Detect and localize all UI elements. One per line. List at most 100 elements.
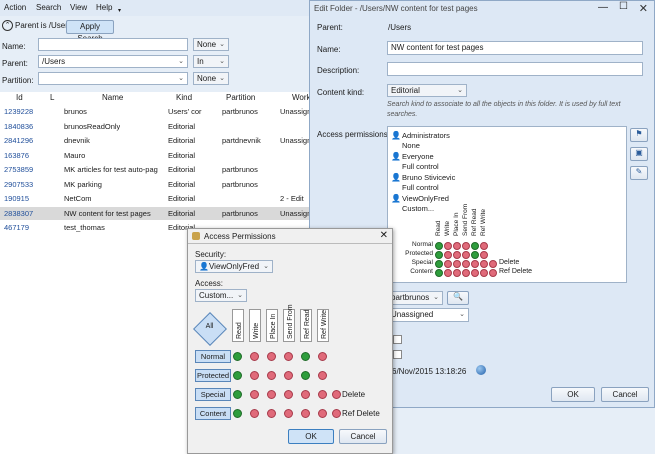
permission-principal[interactable]: Bruno Stivicevic bbox=[402, 173, 455, 182]
col-header-ref-write[interactable]: Ref Write bbox=[317, 309, 329, 342]
permission-toggle[interactable] bbox=[267, 352, 276, 361]
ef-workflow-select[interactable]: Unassigned ⌄ bbox=[387, 308, 469, 322]
col-header-id[interactable]: Id bbox=[16, 93, 23, 102]
menu-overflow-icon[interactable]: ▾ bbox=[118, 7, 121, 14]
close-icon[interactable]: ✕ bbox=[639, 2, 648, 15]
mini-permission-toggle[interactable] bbox=[462, 269, 470, 277]
partition-filter-select[interactable]: ⌄ bbox=[38, 72, 188, 85]
mini-permission-toggle[interactable] bbox=[435, 251, 443, 259]
name-filter-op[interactable]: None ⌄ bbox=[193, 38, 229, 51]
row-button-normal[interactable]: Normal bbox=[195, 350, 231, 363]
ef-checkbox-1[interactable] bbox=[393, 335, 402, 344]
permission-toggle[interactable] bbox=[301, 371, 310, 380]
mini-permission-toggle[interactable] bbox=[471, 251, 479, 259]
ef-description-input[interactable] bbox=[387, 62, 643, 76]
table-row[interactable]: 2838307 NW content for test pages Editoria… bbox=[0, 206, 320, 220]
permission-toggle[interactable] bbox=[233, 409, 242, 418]
mini-permission-toggle[interactable] bbox=[480, 269, 488, 277]
permission-toggle[interactable] bbox=[267, 371, 276, 380]
ef-ok-button[interactable]: OK bbox=[551, 387, 595, 402]
permission-toggle[interactable] bbox=[301, 352, 310, 361]
col-header-read[interactable]: Read bbox=[232, 309, 244, 342]
row-button-special[interactable]: Special bbox=[195, 388, 231, 401]
table-row[interactable]: 190915 NetCom Editorial 2 - Edit bbox=[0, 192, 320, 205]
permission-toggle[interactable] bbox=[250, 371, 259, 380]
mini-permission-toggle[interactable] bbox=[489, 260, 497, 268]
permission-toggle[interactable] bbox=[250, 352, 259, 361]
menu-view[interactable]: View bbox=[70, 3, 87, 12]
table-row[interactable]: 163876 Mauro Editorial bbox=[0, 149, 320, 162]
table-row[interactable]: 2841296 dnevnik Editorial partdnevnik Unassi… bbox=[0, 134, 320, 147]
col-header-partition[interactable]: Partition bbox=[226, 93, 255, 102]
col-header-send-from[interactable]: Send From bbox=[283, 304, 295, 342]
ap-access-select[interactable]: Custom... ⌄ bbox=[195, 289, 247, 302]
mini-permission-toggle[interactable] bbox=[462, 260, 470, 268]
mini-permission-toggle[interactable] bbox=[444, 242, 452, 250]
table-row[interactable]: 1239228 brunos Users' cor partbrunos Unassig… bbox=[0, 105, 320, 118]
mini-permission-toggle[interactable] bbox=[471, 260, 479, 268]
add-permission-icon[interactable]: ⚑ bbox=[630, 128, 648, 142]
permission-toggle[interactable] bbox=[301, 409, 310, 418]
mini-permission-toggle[interactable] bbox=[462, 242, 470, 250]
permission-toggle[interactable] bbox=[250, 409, 259, 418]
permission-toggle[interactable] bbox=[267, 390, 276, 399]
ap-ok-button[interactable]: OK bbox=[288, 429, 334, 444]
menu-search[interactable]: Search bbox=[36, 3, 61, 12]
permission-toggle[interactable] bbox=[233, 390, 242, 399]
mini-permission-toggle[interactable] bbox=[453, 269, 461, 277]
col-header-write[interactable]: Write bbox=[249, 309, 261, 342]
permission-principal[interactable]: Administrators bbox=[402, 131, 450, 140]
ef-checkbox-2[interactable] bbox=[393, 350, 402, 359]
mini-permission-toggle[interactable] bbox=[453, 260, 461, 268]
apply-search-button[interactable]: Apply Search bbox=[66, 20, 114, 43]
row-button-content[interactable]: Content bbox=[195, 407, 231, 420]
permission-toggle[interactable] bbox=[284, 371, 293, 380]
col-header-ref-read[interactable]: Ref Read bbox=[300, 309, 312, 342]
permission-toggle[interactable] bbox=[284, 352, 293, 361]
ap-close-icon[interactable]: ✕ bbox=[380, 230, 388, 241]
mini-permission-toggle[interactable] bbox=[471, 242, 479, 250]
edit-permission-icon[interactable]: ✎ bbox=[630, 166, 648, 180]
minimize-icon[interactable]: — bbox=[598, 2, 608, 13]
ap-cancel-button[interactable]: Cancel bbox=[339, 429, 387, 444]
permission-toggle[interactable] bbox=[233, 352, 242, 361]
permission-toggle[interactable] bbox=[267, 409, 276, 418]
mini-permission-toggle[interactable] bbox=[435, 242, 443, 250]
mini-permission-toggle[interactable] bbox=[480, 242, 488, 250]
mini-permission-toggle[interactable] bbox=[462, 251, 470, 259]
col-header-place-in[interactable]: Place In bbox=[266, 309, 278, 342]
permission-toggle[interactable] bbox=[318, 371, 327, 380]
ef-cancel-button[interactable]: Cancel bbox=[601, 387, 649, 402]
permission-toggle[interactable] bbox=[332, 409, 341, 418]
permission-toggle[interactable] bbox=[284, 409, 293, 418]
permission-toggle[interactable] bbox=[318, 390, 327, 399]
ap-security-select[interactable]: 👤ViewOnlyFred ⌄ bbox=[195, 260, 273, 273]
permission-toggle[interactable] bbox=[332, 390, 341, 399]
ef-content-kind-select[interactable]: Editorial ⌄ bbox=[387, 84, 467, 97]
partition-filter-op[interactable]: None ⌄ bbox=[193, 72, 229, 85]
col-header-l[interactable]: L bbox=[50, 93, 54, 102]
save-permission-icon[interactable]: ▣ bbox=[630, 147, 648, 161]
permission-toggle[interactable] bbox=[250, 390, 259, 399]
permission-toggle[interactable] bbox=[233, 371, 242, 380]
permission-principal[interactable]: Everyone bbox=[402, 152, 434, 161]
mini-permission-toggle[interactable] bbox=[480, 251, 488, 259]
ap-all-button[interactable]: All bbox=[193, 312, 227, 346]
mini-permission-toggle[interactable] bbox=[444, 269, 452, 277]
globe-icon[interactable] bbox=[476, 365, 486, 375]
mini-permission-toggle[interactable] bbox=[435, 260, 443, 268]
collapse-icon[interactable]: ⌃ bbox=[2, 20, 13, 31]
menu-action[interactable]: Action bbox=[4, 3, 26, 12]
ef-partition-select[interactable]: partbrunos ⌄ bbox=[387, 291, 443, 305]
mini-permission-toggle[interactable] bbox=[471, 269, 479, 277]
mini-permission-toggle[interactable] bbox=[435, 269, 443, 277]
mini-permission-toggle[interactable] bbox=[489, 269, 497, 277]
permission-toggle[interactable] bbox=[318, 352, 327, 361]
row-button-protected[interactable]: Protected bbox=[195, 369, 231, 382]
permission-toggle[interactable] bbox=[318, 409, 327, 418]
table-row[interactable]: 1840836 brunosReadOnly Editorial bbox=[0, 120, 320, 133]
maximize-icon[interactable]: ☐ bbox=[619, 1, 628, 12]
mini-permission-toggle[interactable] bbox=[444, 260, 452, 268]
mini-permission-toggle[interactable] bbox=[480, 260, 488, 268]
ef-name-input[interactable]: NW content for test pages bbox=[387, 41, 643, 55]
